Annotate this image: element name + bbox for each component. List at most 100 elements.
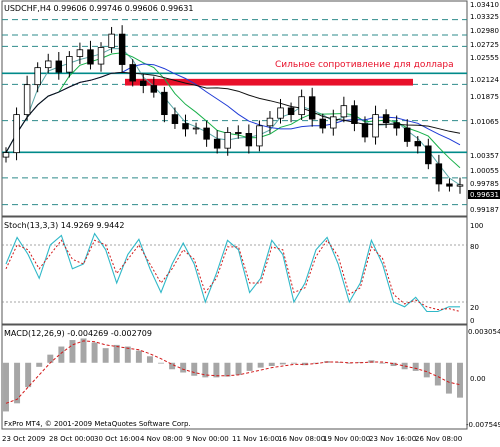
stoch-panel [1, 216, 468, 325]
macd-histogram-bar [158, 362, 164, 364]
macd-histogram-bar [191, 362, 198, 376]
macd-histogram-bar [113, 344, 120, 363]
macd-histogram-bar [36, 362, 43, 367]
stoch-scale-label: 100 [470, 222, 483, 230]
candle-body [298, 96, 305, 116]
macd-histogram-bar [80, 338, 87, 363]
time-label: 16 Nov 08:00 [278, 435, 325, 443]
macd-histogram-bar [180, 362, 187, 373]
candle-body [245, 132, 253, 147]
macd-histogram-bar [3, 362, 9, 412]
price-label: 1.02555 [470, 54, 499, 62]
candle-body [266, 117, 274, 127]
macd-histogram-bar [14, 362, 21, 404]
current-price-label: 0.99631 [470, 191, 499, 199]
candle-body [308, 96, 316, 120]
stoch-header: Stoch(13,3,3) 14.9269 9.9442 [4, 221, 124, 230]
candle-body [425, 145, 432, 165]
candle-body [256, 125, 263, 147]
macd-histogram-bar [257, 362, 264, 368]
time-label: 30 Oct 16:00 [94, 435, 140, 443]
candle-body [2, 152, 10, 158]
candle-body [182, 123, 189, 130]
time-axis: 23 Oct 2009 28 Oct 00:00 30 Oct 16:00 4 … [2, 435, 462, 443]
price-header: USDCHF,H4 0.99606 0.99746 0.99606 0.9963… [4, 4, 193, 13]
macd-axis: 0.003054 0.00 -0.007549 [466, 328, 500, 429]
macd-histogram-bar [423, 362, 430, 378]
macd-histogram-bar [224, 362, 231, 377]
candle-body [361, 123, 369, 138]
macd-histogram-bar [279, 362, 286, 365]
candle-body [13, 114, 20, 154]
candle-body [55, 60, 63, 73]
candle-body [382, 114, 390, 124]
candle-body [140, 80, 147, 86]
metatrader-chart: USDCHF,H4 0.99606 0.99746 0.99606 0.9963… [1, 0, 500, 443]
macd-histogram-bar [445, 362, 452, 394]
main-price-panel [1, 0, 468, 217]
macd-histogram-bar [69, 340, 76, 363]
price-label: 1.02124 [470, 76, 499, 84]
price-label: 1.00357 [470, 152, 499, 160]
resistance-annotation: Сильное сопротивление для доллара [275, 60, 454, 70]
price-label: 1.01065 [470, 118, 499, 126]
candle-body [446, 183, 453, 187]
candle-body [44, 60, 52, 69]
macd-histogram-bar [91, 342, 98, 363]
price-label: 1.02980 [470, 27, 499, 35]
macd-histogram-bar [25, 362, 32, 388]
macd-header: MACD(12,26,9) -0.004269 -0.002709 [4, 329, 152, 338]
price-label: 1.02725 [470, 41, 499, 49]
candle-body [192, 127, 200, 130]
candle-body [203, 127, 210, 140]
macd-histogram-bar [124, 346, 131, 363]
time-label: 19 Nov 00:00 [323, 435, 370, 443]
price-label: 0.99785 [470, 180, 499, 188]
macd-histogram-bar [235, 362, 242, 375]
candle-body [171, 114, 179, 124]
candle-body [87, 49, 94, 65]
candle-body [150, 85, 158, 93]
copyright-text: FxPro MT4, © 2001-2009 MetaQuotes Softwa… [4, 420, 191, 428]
candle-body [330, 116, 337, 129]
candle-body [319, 118, 326, 129]
price-label: 1.00055 [470, 167, 499, 175]
candle-body [403, 127, 411, 142]
macd-histogram-bar [102, 348, 109, 363]
candle-body [235, 132, 242, 134]
macd-scale-label: 0.00 [470, 375, 486, 383]
candle-body [456, 184, 464, 187]
candle-body [129, 64, 136, 82]
candle-body [76, 49, 84, 57]
time-label: 9 Nov 00:00 [186, 435, 229, 443]
stoch-scale-label: 20 [470, 304, 479, 312]
candle-body [161, 91, 168, 116]
candle-body [414, 141, 422, 147]
candle-body [340, 105, 348, 118]
time-label: 11 Nov 16:00 [232, 435, 279, 443]
macd-histogram-bar [47, 354, 54, 363]
macd-histogram-bar [135, 350, 142, 363]
macd-scale-label: -0.007549 [466, 421, 500, 429]
macd-histogram-bar [290, 362, 297, 364]
price-label: 1.03410 [470, 1, 499, 9]
price-label: 1.01875 [470, 93, 499, 101]
macd-histogram-bar [457, 362, 463, 398]
price-label: 0.99187 [470, 206, 499, 214]
candle-body [118, 33, 126, 65]
macd-histogram-bar [268, 362, 275, 367]
stoch-scale-label: 0 [470, 317, 474, 325]
candle-body [224, 132, 231, 149]
macd-histogram-bar [58, 346, 65, 363]
macd-histogram-bar [246, 362, 253, 371]
macd-histogram-bar [412, 362, 419, 371]
macd-histogram-bar [379, 362, 386, 364]
candle-body [213, 138, 221, 149]
candle-body [66, 56, 73, 73]
macd-scale-label: 0.003054 [468, 328, 500, 336]
candle-body [372, 114, 379, 138]
stoch-axis: 100 80 20 0 [470, 222, 483, 325]
time-label: 28 Oct 00:00 [49, 435, 95, 443]
price-axis: 1.03410 1.03325 1.02980 1.02725 1.02555 … [468, 1, 500, 214]
candle-body [393, 122, 400, 129]
